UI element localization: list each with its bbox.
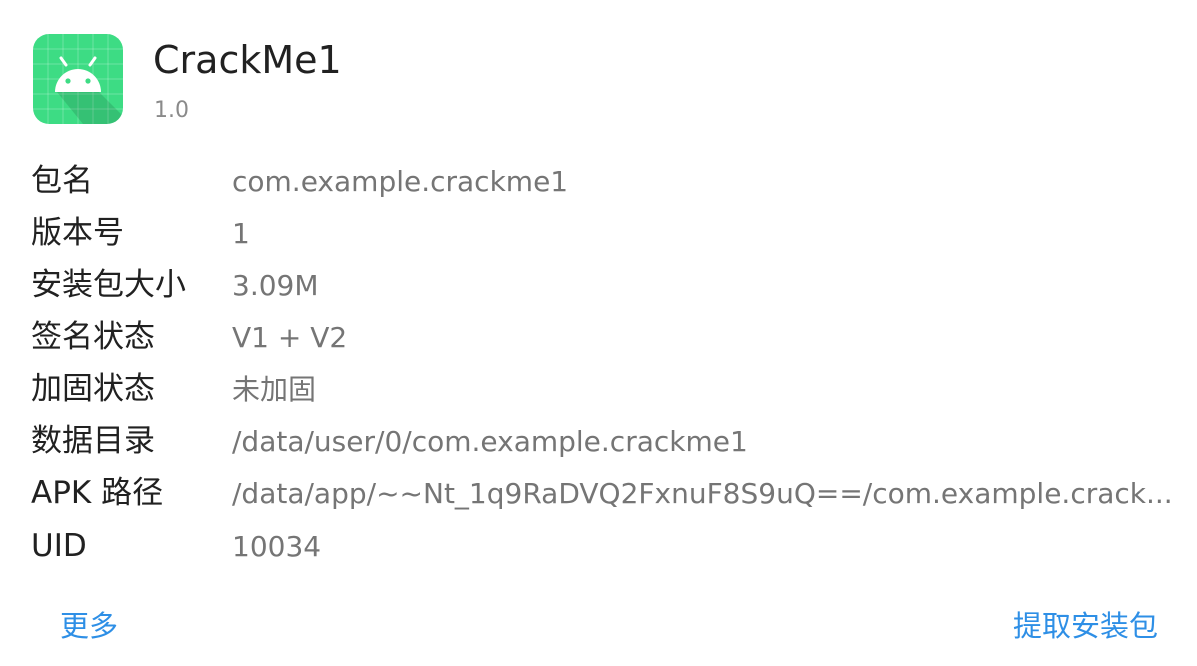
info-row-hardening-status: 加固状态 未加固 (31, 369, 1181, 409)
info-label: APK 路径 (31, 475, 164, 511)
app-info-dialog: CrackMe1 1.0 包名 com.example.crackme1 版本号… (0, 0, 1197, 666)
info-label: 版本号 (31, 215, 124, 251)
info-label: 加固状态 (31, 371, 155, 407)
info-value: com.example.crackme1 (232, 165, 569, 198)
info-value: 未加固 (232, 373, 317, 406)
info-label: 签名状态 (31, 319, 155, 355)
info-row-signature-status: 签名状态 V1 + V2 (31, 317, 1181, 357)
info-label: 安装包大小 (31, 267, 186, 303)
info-row-package-size: 安装包大小 3.09M (31, 265, 1181, 305)
more-button[interactable]: 更多 (60, 604, 118, 648)
info-row-version-code: 版本号 1 (31, 213, 1181, 253)
info-value: 3.09M (232, 269, 319, 302)
app-version: 1.0 (154, 98, 189, 123)
info-row-package-name: 包名 com.example.crackme1 (31, 161, 1181, 201)
info-value: /data/app/~~Nt_1q9RaDVQ2FxnuF8S9uQ==/com… (232, 477, 1173, 510)
info-value: V1 + V2 (232, 321, 348, 354)
extract-apk-button[interactable]: 提取安装包 (1013, 604, 1158, 648)
info-row-apk-path: APK 路径 /data/app/~~Nt_1q9RaDVQ2FxnuF8S9u… (31, 473, 1181, 513)
info-label: 数据目录 (31, 423, 155, 459)
info-value: /data/user/0/com.example.crackme1 (232, 425, 748, 458)
info-label: UID (31, 528, 87, 564)
info-value: 1 (232, 217, 250, 250)
info-value: 10034 (232, 530, 322, 563)
info-row-data-directory: 数据目录 /data/user/0/com.example.crackme1 (31, 421, 1181, 461)
info-row-uid: UID 10034 (31, 526, 1181, 566)
app-name: CrackMe1 (153, 38, 342, 82)
android-robot-icon (33, 34, 123, 124)
info-label: 包名 (31, 163, 93, 199)
